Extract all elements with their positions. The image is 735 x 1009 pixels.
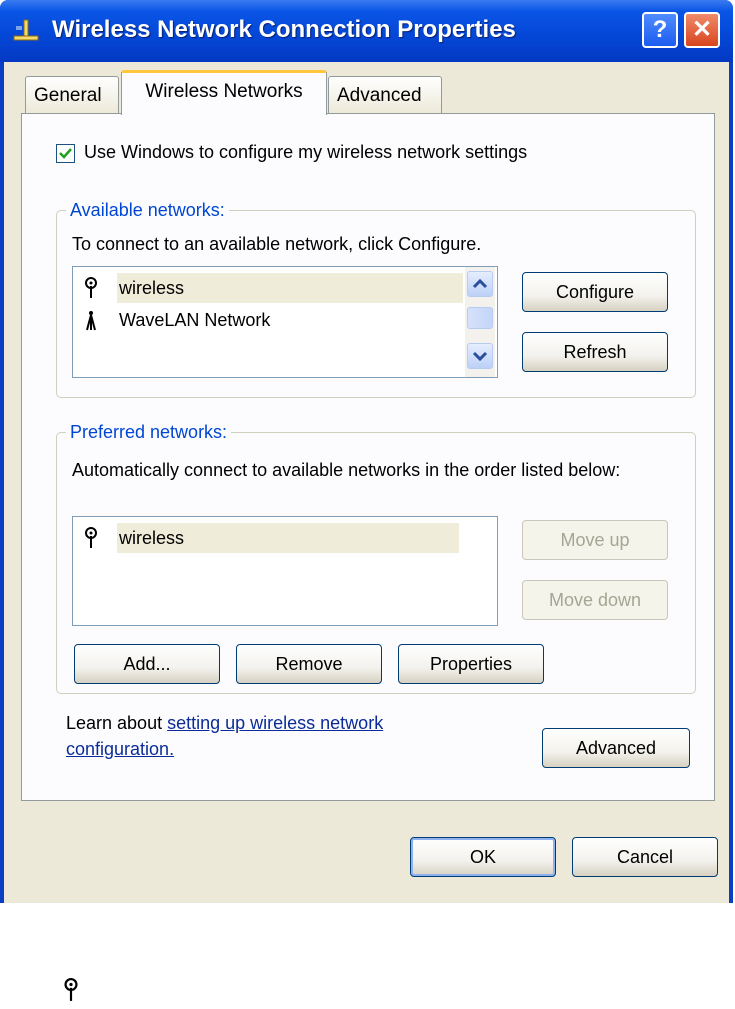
antenna-icon	[85, 527, 97, 548]
learn-prefix: Learn about	[66, 713, 168, 733]
refresh-button[interactable]: Refresh	[522, 332, 668, 372]
ok-button[interactable]: OK	[410, 837, 556, 877]
cancel-button[interactable]: Cancel	[572, 837, 718, 877]
available-list-scrollbar[interactable]	[465, 267, 495, 377]
available-instructions: To connect to an available network, clic…	[72, 234, 482, 254]
network-name[interactable]: wireless	[119, 523, 184, 553]
preferred-networks-list[interactable]: wireless	[72, 516, 498, 626]
window-title: Wireless Network Connection Properties	[52, 16, 516, 43]
tab-general[interactable]: General	[25, 76, 119, 114]
wireless-setup-link-continued[interactable]: configuration.	[66, 739, 174, 759]
chevron-down-icon	[472, 351, 488, 362]
antenna-icon	[85, 277, 97, 298]
close-button[interactable]: ✕	[684, 12, 720, 48]
properties-dialog: Wireless Network Connection Properties ?…	[0, 0, 733, 903]
tab-wireless-networks[interactable]: Wireless Networks	[121, 70, 327, 115]
properties-button[interactable]: Properties	[398, 644, 544, 684]
move-up-button[interactable]: Move up	[522, 520, 668, 560]
configure-button[interactable]: Configure	[522, 272, 668, 312]
wireless-setup-link[interactable]: setting up wireless network	[167, 713, 383, 733]
ad-hoc-antenna-icon	[86, 311, 96, 331]
scroll-down-button[interactable]	[467, 343, 493, 369]
network-name[interactable]: WaveLAN Network	[119, 305, 270, 335]
remove-button[interactable]: Remove	[236, 644, 382, 684]
available-networks-title: Available networks:	[66, 200, 229, 221]
move-down-button[interactable]: Move down	[522, 580, 668, 620]
advanced-button[interactable]: Advanced	[542, 728, 690, 768]
learn-text: Learn about setting up wireless network …	[66, 710, 486, 762]
add-button[interactable]: Add...	[74, 644, 220, 684]
use-windows-checkbox-label[interactable]: Use Windows to configure my wireless net…	[84, 142, 527, 163]
preferred-networks-title: Preferred networks:	[66, 422, 232, 443]
title-bar[interactable]: Wireless Network Connection Properties ?…	[0, 0, 733, 62]
tab-advanced[interactable]: Advanced	[328, 76, 442, 114]
wireless-networks-panel: Use Windows to configure my wireless net…	[21, 113, 715, 801]
network-connection-icon	[13, 19, 39, 41]
antenna-icon	[64, 978, 78, 1001]
scroll-up-button[interactable]	[467, 271, 493, 297]
checkmark-icon	[59, 148, 72, 159]
help-button[interactable]: ?	[642, 12, 678, 48]
available-networks-list[interactable]: wireless WaveLAN Network	[72, 266, 498, 378]
preferred-instructions: Automatically connect to available netwo…	[72, 460, 621, 480]
network-name[interactable]: wireless	[119, 273, 184, 303]
dialog-client-area: General Wireless Networks Advanced Use W…	[4, 62, 729, 903]
use-windows-checkbox[interactable]	[56, 144, 75, 163]
scroll-thumb[interactable]	[467, 307, 493, 329]
chevron-up-icon	[472, 278, 488, 289]
